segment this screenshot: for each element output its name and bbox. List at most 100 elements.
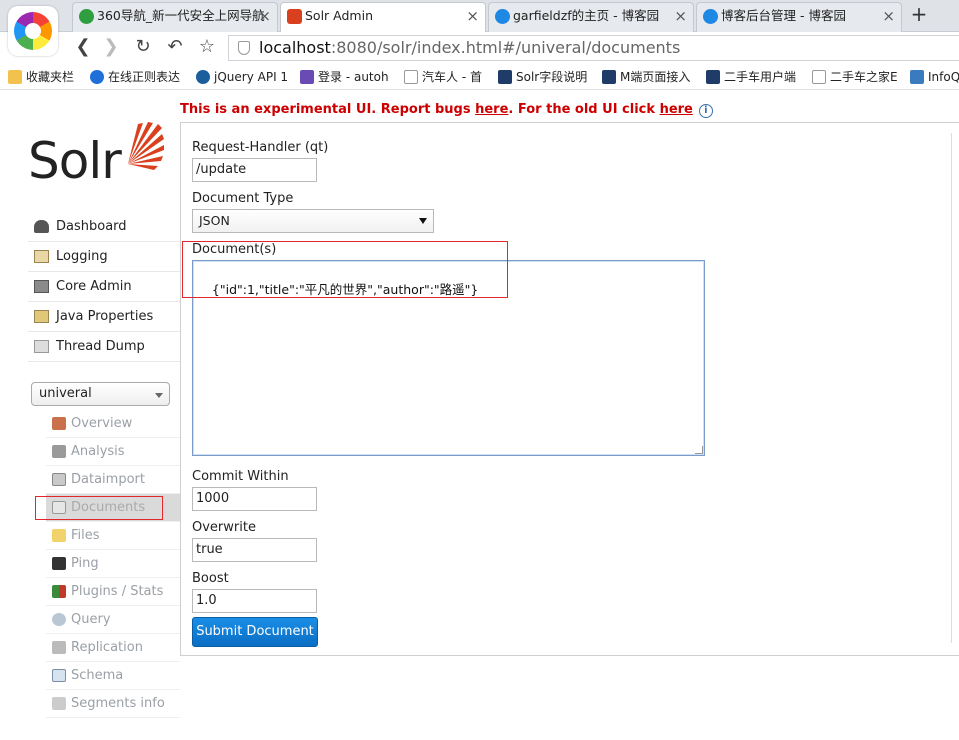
bookmark-m-page[interactable]: M端页面接入 [602, 64, 690, 89]
bookmark-used-car[interactable]: 二手车用户端 [706, 64, 797, 89]
core-item-label: Plugins / Stats [71, 584, 164, 599]
bookmark-label: 二手车用户端 [724, 70, 797, 84]
core-admin-icon [34, 280, 49, 293]
documents-panel: Request-Handler (qt) /update Document Ty… [180, 122, 959, 656]
core-item-ping[interactable]: Ping [46, 550, 180, 578]
globe-icon [495, 9, 510, 24]
bookmark-label: 二手车之家E [830, 70, 898, 84]
tab-solr-admin[interactable]: Solr Admin × [280, 2, 486, 33]
core-selector[interactable]: univeral [31, 382, 170, 406]
tab-garfield[interactable]: garfieldzf的主页 - 博客园 × [488, 2, 694, 32]
core-item-analysis[interactable]: Analysis [46, 438, 180, 466]
thread-dump-icon [34, 340, 49, 353]
infoq-icon [910, 70, 924, 84]
nav-item-core-admin[interactable]: Core Admin [28, 272, 180, 302]
tab-title: garfieldzf的主页 - 博客园 [513, 8, 660, 23]
shield-icon [238, 41, 250, 55]
nav-item-logging[interactable]: Logging [28, 242, 180, 272]
replication-icon [52, 641, 66, 654]
tab-title: 博客后台管理 - 博客园 [721, 8, 846, 23]
resize-grip-icon[interactable] [695, 446, 703, 454]
solr-logo[interactable]: Solr [28, 120, 168, 190]
bookmark-solr-fields[interactable]: Solr字段说明 [498, 64, 588, 89]
commit-within-input[interactable]: 1000 [192, 487, 317, 511]
page-icon [812, 70, 826, 84]
nav-item-dashboard[interactable]: Dashboard [28, 212, 180, 242]
dashboard-icon [34, 220, 49, 233]
core-item-schema[interactable]: Schema [46, 662, 180, 690]
core-item-label: Files [71, 528, 100, 543]
core-item-overview[interactable]: Overview [46, 410, 180, 438]
report-bugs-link[interactable]: here [475, 102, 508, 117]
tools-icon [602, 70, 616, 84]
handler-label: Request-Handler (qt) [192, 140, 329, 155]
core-item-replication[interactable]: Replication [46, 634, 180, 662]
address-bar[interactable]: localhost:8080/solr/index.html#/univeral… [228, 35, 959, 61]
star-icon[interactable]: ☆ [196, 36, 218, 58]
nav-label: Logging [56, 249, 108, 264]
bookmark-label: 收藏夹栏 [26, 70, 75, 84]
core-item-segments-info[interactable]: Segments info [46, 690, 180, 718]
close-icon[interactable]: × [882, 3, 895, 29]
nav-item-thread-dump[interactable]: Thread Dump [28, 332, 180, 362]
doctype-select[interactable]: JSON [192, 209, 434, 233]
core-item-label: Query [71, 612, 111, 627]
bookmark-regex[interactable]: 在线正则表达 [90, 64, 180, 89]
core-item-label: Segments info [71, 696, 165, 711]
bookmark-label: Solr字段说明 [516, 70, 588, 84]
core-selector-value: univeral [39, 386, 92, 401]
core-item-label: Replication [71, 640, 143, 655]
tab-360-nav[interactable]: 360导航_新一代安全上网导航 × [72, 2, 278, 32]
doctype-label: Document Type [192, 191, 294, 206]
tab-blog-admin[interactable]: 博客后台管理 - 博客园 × [696, 2, 902, 32]
new-tab-button[interactable]: + [908, 2, 930, 28]
core-item-label: Overview [71, 416, 133, 431]
bookmark-infoq[interactable]: InfoQ [910, 64, 959, 89]
bookmark-used-car-home[interactable]: 二手车之家E [812, 64, 898, 89]
close-icon[interactable]: × [674, 3, 687, 29]
home-icon [52, 417, 66, 430]
close-icon[interactable]: × [466, 3, 479, 29]
banner-text: . For the old UI click [508, 102, 660, 117]
bookmark-autohome[interactable]: 汽车人 - 首 [404, 64, 482, 89]
dataimport-icon [52, 473, 66, 486]
tools-icon [498, 70, 512, 84]
ping-icon [52, 557, 66, 570]
main-nav: Dashboard Logging Core Admin Java Proper… [28, 212, 180, 362]
undo-icon[interactable]: ↶ [164, 36, 186, 58]
solr-logo-text: Solr [28, 132, 122, 190]
java-icon [34, 310, 49, 323]
segments-icon [52, 697, 66, 710]
solr-icon [287, 9, 302, 24]
commit-within-label: Commit Within [192, 469, 289, 484]
core-item-label: Analysis [71, 444, 125, 459]
core-item-query[interactable]: Query [46, 606, 180, 634]
bookmark-jquery[interactable]: jQuery API 1 [196, 64, 288, 89]
jquery-icon [196, 70, 210, 84]
tab-title: Solr Admin [305, 8, 374, 23]
core-item-plugins-stats[interactable]: Plugins / Stats [46, 578, 180, 606]
bookmark-favorites[interactable]: 收藏夹栏 [8, 64, 75, 89]
bookmark-login[interactable]: 登录 - autoh [300, 64, 389, 89]
overwrite-input[interactable]: true [192, 538, 317, 562]
info-icon[interactable]: i [698, 104, 713, 118]
bookmark-label: 登录 - autoh [318, 70, 389, 84]
close-icon[interactable]: × [258, 3, 271, 29]
submit-document-button[interactable]: Submit Document [192, 617, 318, 647]
browser-toolbar: ❮ ❯ ↻ ↶ ☆ localhost:8080/solr/index.html… [0, 32, 959, 64]
bookmarks-bar: 收藏夹栏 在线正则表达 jQuery API 1 登录 - autoh 汽车人 … [0, 64, 959, 90]
reload-icon[interactable]: ↻ [132, 36, 154, 58]
chevron-down-icon [155, 393, 163, 398]
nav-item-java-properties[interactable]: Java Properties [28, 302, 180, 332]
core-item-files[interactable]: Files [46, 522, 180, 550]
boost-input[interactable]: 1.0 [192, 589, 317, 613]
handler-input[interactable]: /update [192, 158, 317, 182]
forward-icon[interactable]: ❯ [100, 36, 122, 58]
nav-label: Thread Dump [56, 339, 145, 354]
back-icon[interactable]: ❮ [72, 36, 94, 58]
funnel-icon [52, 445, 66, 458]
nav-label: Java Properties [56, 309, 154, 324]
browser-logo[interactable] [8, 6, 58, 56]
core-item-dataimport[interactable]: Dataimport [46, 466, 180, 494]
old-ui-link[interactable]: here [660, 102, 693, 117]
